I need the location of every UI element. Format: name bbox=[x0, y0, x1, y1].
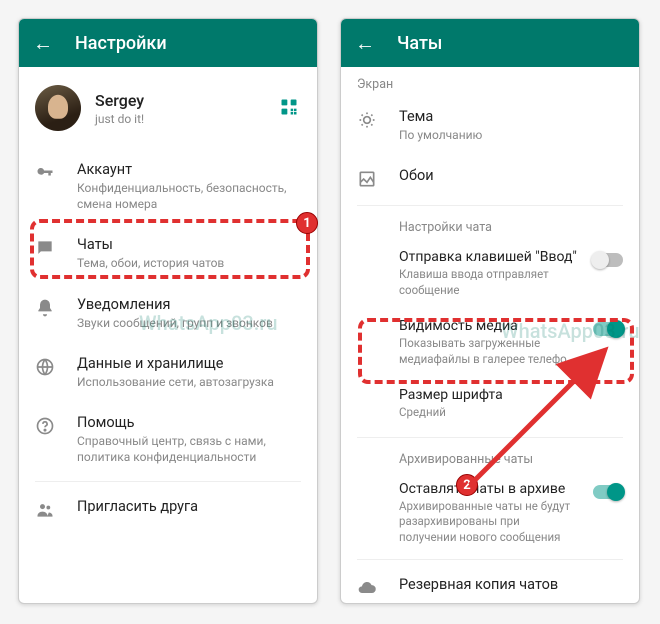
settings-item-storage[interactable]: Данные и хранилище Использование сети, а… bbox=[19, 343, 317, 402]
item-sub: Архивированные чаты не будут разархивиро… bbox=[399, 499, 577, 546]
item-sub: Конфиденциальность, безопасность, смена … bbox=[77, 180, 301, 212]
item-sub: Справочный центр, связь с нами, политика… bbox=[77, 433, 301, 465]
divider bbox=[35, 481, 301, 482]
back-icon[interactable]: ← bbox=[355, 31, 375, 56]
settings-screen: ← Настройки Sergey just do it! Аккаунт К… bbox=[18, 18, 318, 604]
backup-row[interactable]: Резервная копия чатов bbox=[341, 564, 639, 604]
people-icon bbox=[35, 498, 77, 520]
appbar: ← Настройки bbox=[19, 19, 317, 67]
toggle-switch[interactable] bbox=[593, 485, 623, 499]
bell-icon bbox=[35, 296, 77, 331]
wallpaper-row[interactable]: Обои bbox=[341, 155, 639, 201]
chats-settings-screen: ← Чаты Экран Тема По умолчанию Обои Наст… bbox=[340, 18, 640, 604]
badge-two: 2 bbox=[456, 474, 478, 496]
item-title: Обои bbox=[399, 167, 623, 184]
key-icon bbox=[35, 161, 77, 212]
item-title: Оставлять чаты в архиве bbox=[399, 481, 577, 497]
settings-item-account[interactable]: Аккаунт Конфиденциальность, безопасность… bbox=[19, 149, 317, 224]
appbar-title: Чаты bbox=[397, 33, 442, 54]
item-sub: Использование сети, автозагрузка bbox=[77, 374, 301, 390]
item-sub: Звуки сообщений, групп и звонков bbox=[77, 315, 301, 331]
data-icon bbox=[35, 355, 77, 390]
media-visibility-row[interactable]: Видимость медиа Показывать загруженные м… bbox=[341, 308, 639, 377]
item-sub: Средний bbox=[399, 405, 577, 421]
divider bbox=[357, 205, 623, 206]
settings-item-invite[interactable]: Пригласить друга bbox=[19, 486, 317, 532]
toggle-switch[interactable] bbox=[593, 253, 623, 267]
item-title: Пригласить друга bbox=[77, 498, 301, 515]
section-archive: Архивированные чаты bbox=[341, 442, 639, 471]
theme-row[interactable]: Тема По умолчанию bbox=[341, 96, 639, 155]
divider bbox=[357, 559, 623, 560]
cloud-icon bbox=[357, 576, 399, 598]
item-sub: Клавиша ввода отправляет сообщение bbox=[399, 267, 577, 298]
item-title: Отправка клавишей "Ввод" bbox=[399, 249, 577, 265]
appbar: ← Чаты bbox=[341, 19, 639, 67]
section-screen: Экран bbox=[341, 67, 639, 96]
profile-row[interactable]: Sergey just do it! bbox=[19, 67, 317, 149]
keep-archived-row[interactable]: Оставлять чаты в архиве Архивированные ч… bbox=[341, 471, 639, 556]
item-title: Чаты bbox=[77, 236, 301, 253]
settings-item-notifications[interactable]: Уведомления Звуки сообщений, групп и зво… bbox=[19, 284, 317, 343]
section-chat: Настройки чата bbox=[341, 210, 639, 239]
enter-send-row[interactable]: Отправка клавишей "Ввод" Клавиша ввода о… bbox=[341, 239, 639, 308]
theme-icon bbox=[357, 108, 399, 143]
item-title: Аккаунт bbox=[77, 161, 301, 178]
item-title: Тема bbox=[399, 108, 623, 125]
toggle-switch[interactable] bbox=[593, 322, 623, 336]
profile-name: Sergey bbox=[95, 91, 144, 110]
badge-one: 1 bbox=[296, 212, 318, 234]
divider bbox=[357, 437, 623, 438]
wallpaper-icon bbox=[357, 167, 399, 189]
item-title: Видимость медиа bbox=[399, 318, 577, 334]
help-icon bbox=[35, 414, 77, 465]
item-title: Размер шрифта bbox=[399, 387, 577, 403]
avatar bbox=[35, 85, 81, 131]
profile-status: just do it! bbox=[95, 112, 144, 126]
appbar-title: Настройки bbox=[75, 33, 167, 54]
back-icon[interactable]: ← bbox=[33, 31, 53, 56]
settings-item-help[interactable]: Помощь Справочный центр, связь с нами, п… bbox=[19, 402, 317, 477]
item-sub: По умолчанию bbox=[399, 127, 623, 143]
item-sub: Тема, обои, история чатов bbox=[77, 255, 301, 271]
settings-item-chats[interactable]: Чаты Тема, обои, история чатов bbox=[19, 224, 317, 283]
item-sub: Показывать загруженные медиафайлы в гале… bbox=[399, 336, 577, 367]
font-size-row[interactable]: Размер шрифта Средний bbox=[341, 377, 639, 433]
item-title: Резервная копия чатов bbox=[399, 576, 623, 593]
chat-icon bbox=[35, 236, 77, 271]
item-title: Данные и хранилище bbox=[77, 355, 301, 372]
qr-icon[interactable] bbox=[279, 97, 301, 119]
item-title: Уведомления bbox=[77, 296, 301, 313]
item-title: Помощь bbox=[77, 414, 301, 431]
